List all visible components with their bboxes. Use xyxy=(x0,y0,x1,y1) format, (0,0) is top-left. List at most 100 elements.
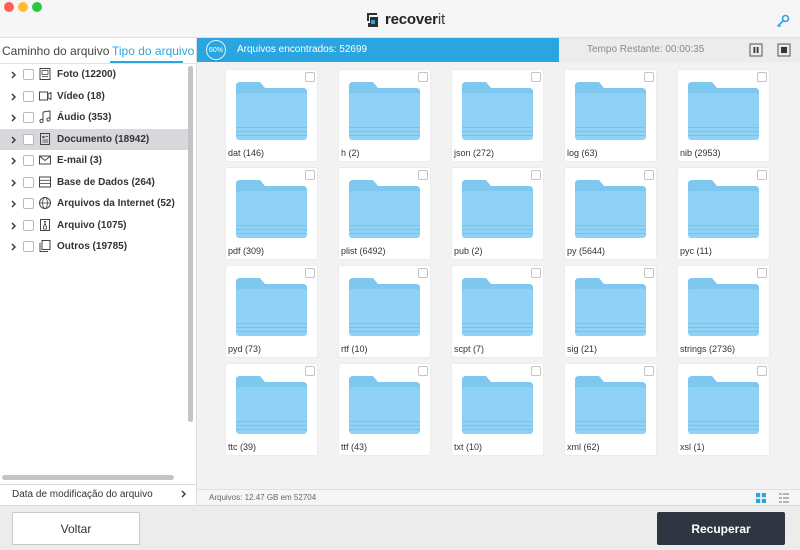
sidebar-item-document[interactable]: Documento (18942) xyxy=(0,128,190,150)
folder-card[interactable]: h (2) xyxy=(339,70,430,161)
sidebar-item-email[interactable]: E-mail (3) xyxy=(0,150,190,172)
folder-card[interactable]: pyc (11) xyxy=(678,168,769,259)
grid-view-icon[interactable] xyxy=(756,493,766,503)
folder-card[interactable]: dat (146) xyxy=(226,70,317,161)
folder-card[interactable]: nib (2953) xyxy=(678,70,769,161)
folder-grid: dat (146) h (2) json (272) log (63) nib (295… xyxy=(197,62,800,489)
sidebar-item-label: Arquivo (1075) xyxy=(57,219,127,231)
recover-button[interactable]: Recuperar xyxy=(657,512,785,545)
back-button[interactable]: Voltar xyxy=(12,512,140,545)
folder-card[interactable]: plist (6492) xyxy=(339,168,430,259)
folder-icon xyxy=(575,376,646,434)
chevron-right-icon[interactable] xyxy=(10,70,18,80)
folder-label: log (63) xyxy=(567,148,598,158)
folder-card[interactable]: rtf (10) xyxy=(339,266,430,357)
recoverit-logo-icon xyxy=(367,12,378,27)
sidebar-item-label: Arquivos da Internet (52) xyxy=(57,198,175,209)
item-checkbox[interactable] xyxy=(23,155,34,166)
time-remaining-label: Tempo Restante: 00:00:35 xyxy=(587,44,705,55)
stop-icon[interactable] xyxy=(777,43,791,57)
folder-icon xyxy=(349,82,420,140)
item-checkbox[interactable] xyxy=(23,219,34,231)
folder-icon xyxy=(236,278,307,336)
folder-label: json (272) xyxy=(454,148,495,158)
folder-card[interactable]: log (63) xyxy=(565,70,656,161)
active-tab-indicator xyxy=(110,61,183,63)
folder-label: xsl (1) xyxy=(680,442,705,452)
tab-file-path[interactable]: Caminho do arquivo xyxy=(2,44,109,58)
folder-card[interactable]: py (5644) xyxy=(565,168,656,259)
sidebar-item-audio[interactable]: Áudio (353) xyxy=(0,107,190,129)
folder-card[interactable]: pub (2) xyxy=(452,168,543,259)
item-checkbox[interactable] xyxy=(23,90,34,102)
chevron-right-icon[interactable] xyxy=(10,92,18,102)
folder-card[interactable]: pyd (73) xyxy=(226,266,317,357)
folder-card[interactable]: sig (21) xyxy=(565,266,656,357)
sidebar-item-label: Vídeo (18) xyxy=(57,90,105,102)
sidebar-item-globe[interactable]: Arquivos da Internet (52) xyxy=(0,193,190,215)
sidebar-item-label: Foto (12200) xyxy=(57,69,116,80)
folder-icon xyxy=(688,278,759,336)
chevron-right-icon[interactable] xyxy=(180,489,188,499)
folder-icon xyxy=(688,82,759,140)
folder-card[interactable]: xml (62) xyxy=(565,364,656,455)
status-bar: Arquivos: 12.47 GB em 52704 xyxy=(197,489,800,505)
folder-label: strings (2736) xyxy=(680,344,736,354)
tab-file-type[interactable]: Tipo do arquivo xyxy=(112,44,194,58)
sidebar-item-archive[interactable]: Arquivo (1075) xyxy=(0,215,190,237)
folder-icon xyxy=(462,180,533,238)
sidebar-vertical-scrollbar[interactable] xyxy=(188,66,193,422)
list-view-icon[interactable] xyxy=(779,493,789,503)
sidebar-item-label: Áudio (353) xyxy=(57,112,112,123)
item-checkbox[interactable] xyxy=(23,69,34,80)
key-icon[interactable] xyxy=(776,14,790,28)
item-checkbox[interactable] xyxy=(23,198,34,209)
scan-progress-bar: 60% Arquivos encontrados: 52699 Tempo Re… xyxy=(197,38,800,62)
sidebar-horizontal-scrollbar[interactable] xyxy=(2,475,174,480)
chevron-right-icon[interactable] xyxy=(10,113,18,123)
folder-label: nib (2953) xyxy=(680,148,721,158)
sidebar-tabs: Caminho do arquivo Tipo do arquivo xyxy=(0,38,197,64)
folder-card[interactable]: xsl (1) xyxy=(678,364,769,455)
folder-card[interactable]: json (272) xyxy=(452,70,543,161)
window-minimize-button[interactable] xyxy=(18,2,28,12)
pause-icon[interactable] xyxy=(749,43,763,57)
sidebar-item-photo[interactable]: Foto (12200) xyxy=(0,64,190,86)
folder-icon xyxy=(349,180,420,238)
item-checkbox[interactable] xyxy=(23,241,34,252)
folder-card[interactable]: txt (10) xyxy=(452,364,543,455)
chevron-right-icon[interactable] xyxy=(10,156,18,166)
folder-icon xyxy=(349,376,420,434)
window-zoom-button[interactable] xyxy=(32,2,42,12)
sidebar-item-video[interactable]: Vídeo (18) xyxy=(0,86,190,108)
sidebar-item-other-files[interactable]: Outros (19785) xyxy=(0,236,190,258)
item-checkbox[interactable] xyxy=(23,133,34,145)
folder-label: py (5644) xyxy=(567,246,606,256)
folder-label: pyd (73) xyxy=(228,344,262,354)
folder-label: ttf (43) xyxy=(341,442,368,452)
chevron-right-icon[interactable] xyxy=(10,135,18,145)
app-brand: recoverit xyxy=(364,11,445,28)
folder-card[interactable]: scpt (7) xyxy=(452,266,543,357)
files-size-summary: Arquivos: 12.47 GB em 52704 xyxy=(209,493,317,502)
folder-icon xyxy=(462,376,533,434)
modified-date-filter[interactable]: Data de modificação do arquivo xyxy=(12,489,153,500)
item-checkbox[interactable] xyxy=(23,176,34,188)
folder-label: pub (2) xyxy=(454,246,483,256)
folder-card[interactable]: ttc (39) xyxy=(226,364,317,455)
window-close-button[interactable] xyxy=(4,2,14,12)
item-checkbox[interactable] xyxy=(23,112,34,123)
sidebar-item-database[interactable]: Base de Dados (264) xyxy=(0,172,190,194)
chevron-right-icon[interactable] xyxy=(10,178,18,188)
folder-label: rtf (10) xyxy=(341,344,368,354)
chevron-right-icon[interactable] xyxy=(10,221,18,231)
folder-card[interactable]: strings (2736) xyxy=(678,266,769,357)
folder-label: plist (6492) xyxy=(341,246,386,256)
other-files-icon xyxy=(39,240,51,252)
document-icon xyxy=(40,132,50,145)
chevron-right-icon[interactable] xyxy=(10,199,18,209)
audio-icon xyxy=(39,110,51,124)
chevron-right-icon[interactable] xyxy=(10,242,18,252)
folder-card[interactable]: pdf (309) xyxy=(226,168,317,259)
folder-card[interactable]: ttf (43) xyxy=(339,364,430,455)
